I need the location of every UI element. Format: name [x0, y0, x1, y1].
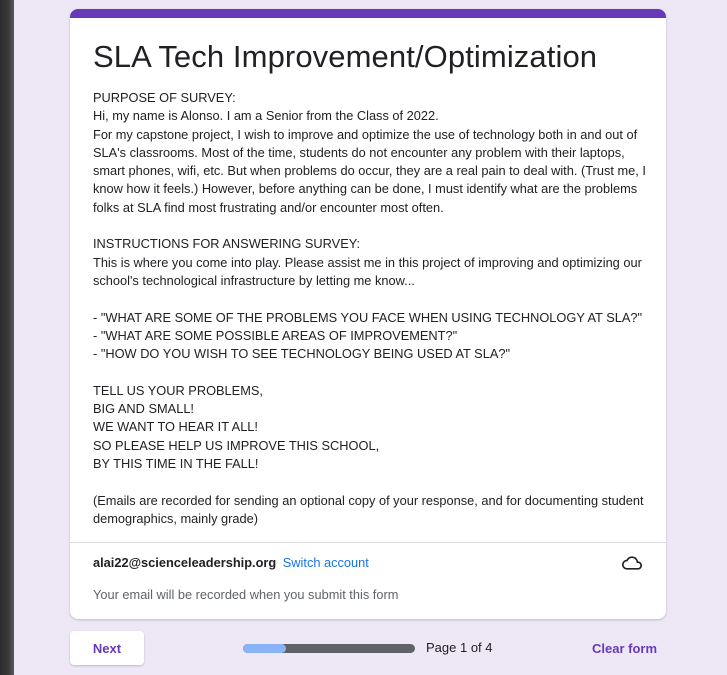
cloud-icon — [622, 556, 642, 570]
clear-form-button[interactable]: Clear form — [592, 641, 657, 656]
form-description: PURPOSE OF SURVEY: Hi, my name is Alonso… — [93, 90, 646, 526]
divider — [70, 542, 666, 543]
email-recorded-note: Your email will be recorded when you sub… — [93, 587, 399, 602]
form-title: SLA Tech Improvement/Optimization — [93, 39, 598, 74]
account-line: alai22@scienceleadership.org Switch acco… — [93, 555, 369, 570]
form-header-card: SLA Tech Improvement/Optimization PURPOS… — [70, 9, 666, 619]
switch-account-link[interactable]: Switch account — [283, 555, 369, 570]
next-button[interactable]: Next — [70, 631, 144, 665]
page-indicator: Page 1 of 4 — [426, 640, 493, 655]
account-email: alai22@scienceleadership.org — [93, 555, 277, 570]
background-left-edge — [0, 0, 14, 675]
progress-bar — [243, 644, 415, 653]
progress-bar-fill — [243, 644, 286, 653]
form-accent-bar — [70, 9, 666, 18]
